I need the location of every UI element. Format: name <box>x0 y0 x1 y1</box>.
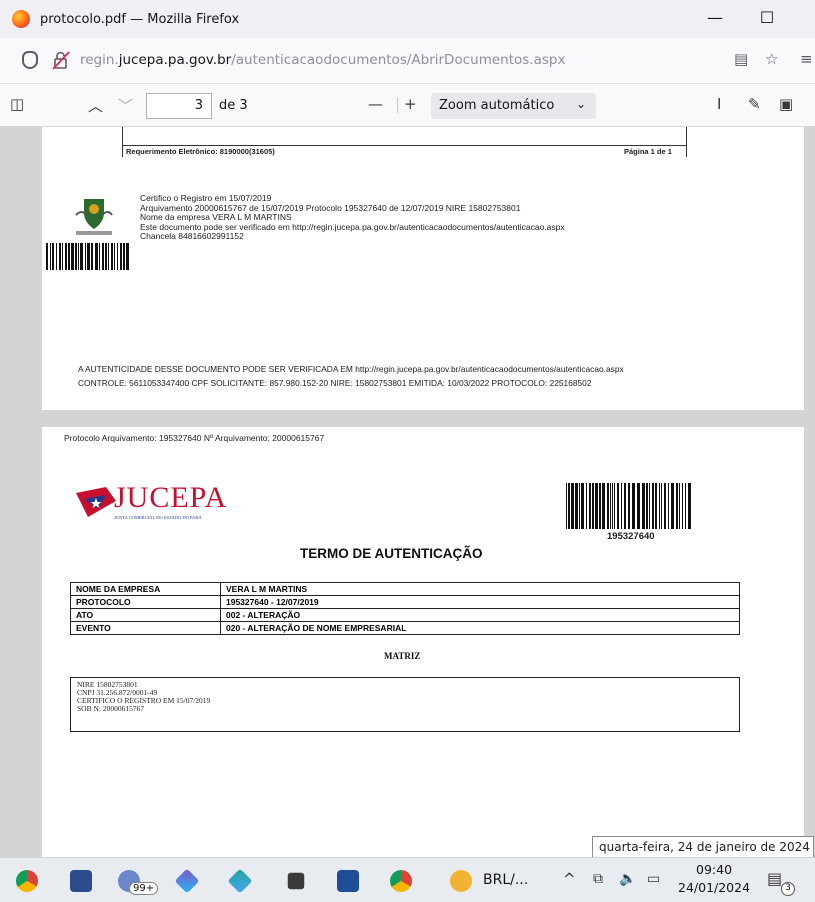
authenticity-line: A AUTENTICIDADE DESSE DOCUMENTO PODE SER… <box>78 364 624 374</box>
taskbar-app-label[interactable]: BRL/... <box>483 872 528 888</box>
pdf-page-2: Requerimento Eletrônico: 8190000(31605) … <box>42 127 804 410</box>
app-f-icon[interactable] <box>287 872 305 890</box>
app-diamond-icon[interactable] <box>174 868 200 894</box>
url-bar[interactable]: regin.jucepa.pa.gov.br/autenticacaodocum… <box>80 52 565 68</box>
zoom-out-icon[interactable]: — <box>368 95 383 113</box>
app-icon[interactable] <box>70 870 92 892</box>
navigation-bar: regin.jucepa.pa.gov.br/autenticacaodocum… <box>0 38 815 84</box>
chrome-icon[interactable] <box>16 870 38 892</box>
form-rule <box>122 145 687 146</box>
row-label: PROTOCOLO <box>70 595 221 609</box>
matriz-box: NIRE 15802753801 CNPJ 31.256.872/0001-49… <box>70 677 740 732</box>
overflow-icon[interactable]: ≡ <box>800 50 813 68</box>
protocol-header: Protocolo Arquivamento: 195327640 Nº Arq… <box>64 433 325 443</box>
reader-view-icon[interactable]: ▤ <box>734 50 748 68</box>
notification-badge: 99+ <box>129 882 159 895</box>
image-tool-icon[interactable]: ▣ <box>779 95 793 113</box>
logo-subtext: JUNTA COMERCIAL DO ESTADO DO PARÁ <box>114 515 202 520</box>
maximize-button[interactable]: ☐ <box>757 8 777 27</box>
authenticity-block: A AUTENTICIDADE DESSE DOCUMENTO PODE SER… <box>78 362 624 390</box>
zoom-in-icon[interactable]: + <box>404 95 417 113</box>
url-path: /autenticacaodocumentos/AbrirDocumentos.… <box>231 52 566 68</box>
url-host-prefix: regin. <box>80 52 119 68</box>
volume-icon[interactable]: 🔈 <box>619 871 636 887</box>
page-count-text: Página 1 de 1 <box>624 147 672 156</box>
row-label: ATO <box>70 608 221 622</box>
window-title: protocolo.pdf — Mozilla Firefox <box>40 11 240 27</box>
app-window-icon[interactable] <box>337 870 359 892</box>
clock-time[interactable]: 09:40 <box>696 862 732 877</box>
coat-of-arms-icon <box>75 199 113 235</box>
pdf-page-3: Protocolo Arquivamento: 195327640 Nº Arq… <box>42 427 804 857</box>
app-diamond-icon[interactable] <box>227 868 253 894</box>
barcode-small <box>46 243 131 270</box>
text-tool-icon[interactable]: I <box>717 95 721 113</box>
next-page-icon[interactable]: ﹀ <box>118 95 133 116</box>
row-value: 020 - ALTERAÇÃO DE NOME EMPRESARIAL <box>220 621 740 635</box>
matriz-line: CERTIFICO O REGISTRO EM 15/07/2019 <box>77 696 211 705</box>
cert-line: Chancela 84816602991152 <box>140 231 244 241</box>
table-row: ATO 002 - ALTERAÇÃO <box>70 608 740 622</box>
chevron-up-icon[interactable]: ^ <box>563 870 576 888</box>
page-number-input[interactable]: 3 <box>146 93 212 119</box>
chevron-down-icon: ⌄ <box>575 97 586 111</box>
app-orange-icon[interactable] <box>450 870 472 892</box>
draw-tool-icon[interactable]: ✎ <box>748 95 761 113</box>
matriz-line: NIRE 15802753801 <box>77 680 138 689</box>
authentication-table: NOME DA EMPRESA VERA L M MARTINS PROTOCOL… <box>70 582 740 635</box>
chrome-profile-icon[interactable] <box>390 870 412 892</box>
clock-date[interactable]: 24/01/2024 <box>678 880 750 895</box>
pdf-toolbar: ◫ ︿ ﹀ 3 de 3 — | + Zoom automático ⌄ I ✎ … <box>0 85 815 127</box>
flag-icon <box>76 487 116 517</box>
network-icon[interactable]: ▭ <box>647 871 660 887</box>
sidebar-toggle-icon[interactable]: ◫ <box>10 95 24 113</box>
bookmark-star-icon[interactable]: ☆ <box>765 50 778 68</box>
date-tooltip: quarta-feira, 24 de janeiro de 2024 <box>592 836 814 858</box>
firefox-icon <box>12 10 30 28</box>
notification-count: 3 <box>781 882 795 896</box>
controle-line: CONTROLE: 5611053347400 CPF SOLICITANTE:… <box>78 378 592 388</box>
logo-text: JUCEPA <box>114 481 228 514</box>
row-label: NOME DA EMPRESA <box>70 582 221 596</box>
zoom-label: Zoom automático <box>439 98 555 113</box>
zoom-select[interactable]: Zoom automático ⌄ <box>431 93 596 119</box>
row-label: EVENTO <box>70 621 221 635</box>
pdf-viewer[interactable]: Requerimento Eletrônico: 8190000(31605) … <box>0 127 815 857</box>
notifications-icon[interactable]: ▤ <box>767 869 782 888</box>
barcode-large <box>566 483 692 529</box>
tray-app-icon[interactable]: ⧉ <box>593 871 603 887</box>
previous-page-icon[interactable]: ︿ <box>88 95 103 116</box>
insecure-lock-icon[interactable] <box>52 50 70 70</box>
table-row: EVENTO 020 - ALTERAÇÃO DE NOME EMPRESARIA… <box>70 621 740 635</box>
requerimento-text: Requerimento Eletrônico: 8190000(31605) <box>126 147 275 156</box>
window-titlebar: protocolo.pdf — Mozilla Firefox — ☐ <box>0 0 815 38</box>
matriz-line: SOB N: 20000615767 <box>77 704 145 713</box>
row-value: VERA L M MARTINS <box>220 582 740 596</box>
minimize-button[interactable]: — <box>705 8 725 27</box>
table-row: NOME DA EMPRESA VERA L M MARTINS <box>70 582 740 596</box>
jucepa-logo: JUCEPA JUNTA COMERCIAL DO ESTADO DO PARÁ <box>76 479 226 523</box>
toolbar-divider: | <box>395 95 401 113</box>
document-heading: TERMO DE AUTENTICAÇÃO <box>300 546 483 561</box>
barcode-number: 195327640 <box>607 531 655 542</box>
row-value: 002 - ALTERAÇÃO <box>220 608 740 622</box>
certification-block: Certifico o Registro em 15/07/2019 Arqui… <box>140 193 565 242</box>
taskbar: 99+ BRL/... ^ ⧉ 🔈 ▭ 09:40 24/01/2024 ▤ 3 <box>0 857 815 902</box>
table-row: PROTOCOLO 195327640 - 12/07/2019 <box>70 595 740 609</box>
row-value: 195327640 - 12/07/2019 <box>220 595 740 609</box>
matriz-label: MATRIZ <box>384 651 421 661</box>
tracking-protection-icon[interactable] <box>22 51 38 69</box>
url-host: jucepa.pa.gov.br <box>118 52 232 68</box>
page-count: de 3 <box>219 98 248 113</box>
